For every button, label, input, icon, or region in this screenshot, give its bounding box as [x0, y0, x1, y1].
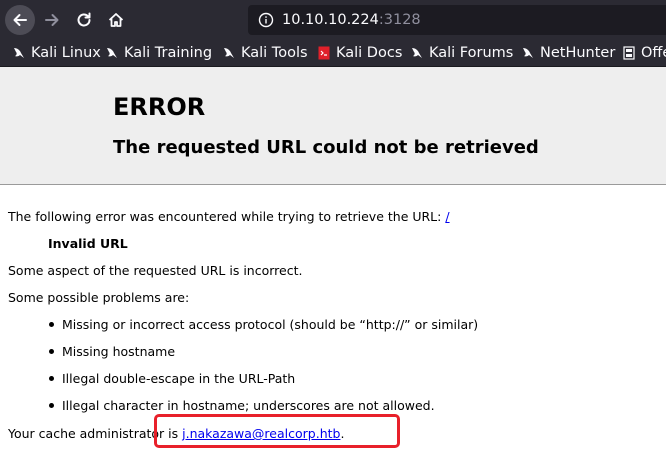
kali-dragon-icon [222, 45, 236, 61]
site-info-icon[interactable] [258, 12, 274, 28]
forward-button[interactable] [40, 8, 64, 32]
page-title: ERROR [113, 93, 206, 121]
reload-button[interactable] [72, 8, 96, 32]
back-button[interactable] [5, 5, 35, 35]
bookmarks-toolbar: Kali Linux Kali Training Kali Tools Kali… [0, 40, 666, 67]
url-host: 10.10.10.224 [282, 12, 379, 28]
arrow-left-icon [13, 14, 27, 26]
annotation-highlight [154, 414, 400, 448]
bookmark-kali-tools[interactable]: Kali Tools [222, 40, 308, 66]
arrow-right-icon [45, 14, 59, 26]
bookmark-kali-docs[interactable]: Kali Docs [317, 40, 402, 66]
kali-dragon-icon [410, 45, 424, 61]
home-icon [108, 13, 124, 27]
problem-item: Illegal character in hostname; underscor… [62, 398, 435, 413]
address-bar[interactable]: 10.10.10.224:3128 [248, 5, 666, 35]
kali-dragon-icon [12, 45, 26, 61]
error-intro: The following error was encountered whil… [8, 209, 450, 224]
error-name: Invalid URL [48, 236, 128, 251]
bullet-marker [49, 403, 54, 408]
problem-item: Illegal double-escape in the URL-Path [62, 371, 296, 386]
page-subtitle: The requested URL could not be retrieved [113, 137, 539, 158]
home-button[interactable] [104, 8, 128, 32]
problem-item: Missing hostname [62, 344, 176, 359]
problem-item: Missing or incorrect access protocol (sh… [62, 317, 479, 332]
url-text: 10.10.10.224:3128 [282, 12, 421, 28]
browser-toolbar: 10.10.10.224:3128 [0, 0, 666, 40]
bullet-marker [49, 376, 54, 381]
error-header [0, 67, 666, 185]
bookmark-offsec[interactable]: Offe [622, 40, 666, 66]
bookmark-kali-training[interactable]: Kali Training [105, 40, 212, 66]
url-port: :3128 [378, 12, 421, 28]
bookmark-kali-forums[interactable]: Kali Forums [410, 40, 513, 66]
kali-docs-icon [317, 45, 331, 61]
kali-dragon-icon [105, 45, 119, 61]
requested-url-link[interactable]: / [445, 209, 449, 224]
reload-icon [77, 12, 91, 27]
kali-dragon-icon [521, 45, 535, 61]
bullet-marker [49, 322, 54, 327]
bookmark-nethunter[interactable]: NetHunter [521, 40, 615, 66]
offsec-icon [622, 45, 636, 61]
problems-heading: Some possible problems are: [8, 290, 190, 305]
error-description: Some aspect of the requested URL is inco… [8, 263, 303, 278]
bookmark-kali-linux[interactable]: Kali Linux [12, 40, 101, 66]
bullet-marker [49, 349, 54, 354]
